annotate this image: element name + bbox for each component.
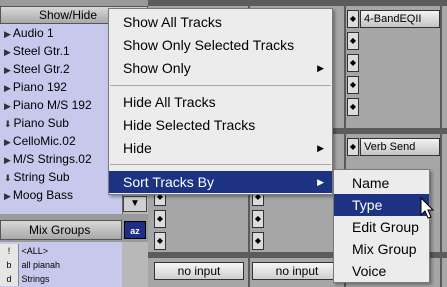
down-arrow-icon: ⬇: [4, 119, 12, 129]
send-slot-icon[interactable]: ◆: [154, 232, 166, 250]
input-selector-button[interactable]: no input: [154, 262, 244, 280]
track-name: Piano 192: [12, 80, 67, 94]
track-name: CelloMic.02: [12, 134, 76, 148]
track-name: String Sub: [13, 170, 70, 184]
group-name: all pianah: [21, 260, 61, 270]
menu-item-label: Show All Tracks: [123, 14, 222, 30]
track-name: M/S Strings.02: [12, 152, 92, 166]
track-name: Piano Sub: [13, 116, 69, 130]
group-key: d: [0, 272, 19, 286]
menu-item-hide-selected-tracks[interactable]: Hide Selected Tracks: [109, 114, 332, 136]
group-key: b: [0, 258, 19, 272]
menu-item-label: Type: [352, 197, 383, 213]
triangle-icon: ▶: [4, 191, 11, 201]
submenu-arrow-icon: ▶: [317, 143, 324, 153]
triangle-icon: ▶: [4, 155, 11, 165]
list-item[interactable]: ! <ALL>: [0, 244, 122, 258]
track-item[interactable]: ⬇ String Sub: [4, 169, 70, 185]
track-name: Audio 1: [12, 26, 54, 40]
menu-item-sort-tracks-by[interactable]: Sort Tracks By ▶: [109, 171, 332, 193]
menu-item-hide[interactable]: Hide ▶: [109, 137, 332, 159]
strip-divider: [440, 0, 442, 287]
menu-item-label: Mix Group: [352, 241, 417, 257]
send-selector-arrow-icon[interactable]: ◆: [347, 138, 359, 156]
send-slot-icon[interactable]: ◆: [154, 210, 166, 228]
group-name: <ALL>: [21, 246, 49, 256]
sort-tracks-submenu: Name Type Edit Group Mix Group Voice: [333, 169, 430, 283]
menu-separator: [110, 85, 331, 86]
input-selector-button[interactable]: no input: [252, 262, 342, 280]
insert-slot-icon[interactable]: ◆: [347, 98, 359, 116]
send-slot-icon[interactable]: ◆: [252, 232, 264, 250]
track-item[interactable]: ▶ Piano 192: [4, 79, 67, 95]
menu-item-label: Hide Selected Tracks: [123, 117, 256, 133]
submenu-item-voice[interactable]: Voice: [334, 260, 429, 282]
track-item[interactable]: ▶ Steel Gtr.1: [4, 43, 70, 59]
insert-plugin-button[interactable]: 4-BandEQII: [360, 10, 440, 28]
menu-item-label: Name: [352, 175, 390, 191]
list-item[interactable]: b all pianah: [0, 258, 122, 272]
menu-item-label: Show Only Selected Tracks: [123, 37, 295, 53]
triangle-icon: ▶: [4, 101, 11, 111]
send-slot-icon[interactable]: ◆: [252, 210, 264, 228]
submenu-arrow-icon: ▶: [317, 63, 324, 73]
top-divider: [148, 0, 447, 6]
scroll-down-arrow-icon[interactable]: ▼: [123, 196, 147, 212]
triangle-icon: ▶: [4, 65, 11, 75]
track-item[interactable]: ▶ Audio 1: [4, 25, 54, 41]
mix-groups-header[interactable]: Mix Groups: [0, 220, 122, 240]
track-item[interactable]: ▶ CelloMic.02: [4, 133, 76, 149]
menu-separator: [110, 164, 331, 165]
track-name: Moog Bass: [12, 188, 73, 202]
mouse-pointer-icon: [420, 197, 435, 219]
track-item[interactable]: ▶ Moog Bass: [4, 187, 73, 203]
mix-groups-list: ! <ALL> b all pianah d Strings: [0, 242, 122, 287]
menu-item-label: Voice: [352, 263, 387, 279]
track-item[interactable]: ▶ M/S Strings.02: [4, 151, 92, 167]
menu-item-show-only-selected-tracks[interactable]: Show Only Selected Tracks: [109, 34, 332, 56]
triangle-icon: ▶: [4, 47, 11, 57]
mix-groups-scrollbar[interactable]: [122, 242, 148, 287]
pro-tools-mix-window: Show/Hide ▶ Audio 1 ▶ Steel Gtr.1 ▶ Steel G…: [0, 0, 447, 287]
menu-item-label: Show Only: [123, 60, 191, 76]
list-item[interactable]: d Strings: [0, 272, 122, 286]
menu-item-label: Hide: [123, 140, 152, 156]
submenu-arrow-icon: ▶: [317, 177, 324, 187]
submenu-item-name[interactable]: Name: [334, 172, 429, 194]
group-key: !: [0, 244, 19, 258]
track-item[interactable]: ▶ Piano M/S 192: [4, 97, 92, 113]
group-name: Strings: [21, 274, 50, 284]
track-item[interactable]: ▶ Steel Gtr.2: [4, 61, 70, 77]
track-name: Piano M/S 192: [12, 98, 92, 112]
show-hide-menu: Show All Tracks Show Only Selected Track…: [108, 8, 333, 195]
sort-az-button[interactable]: az: [124, 221, 146, 239]
down-arrow-icon: ⬇: [4, 173, 12, 183]
menu-item-show-only[interactable]: Show Only ▶: [109, 57, 332, 79]
track-list: ▶ Audio 1 ▶ Steel Gtr.1 ▶ Steel Gtr.2 ▶ Pian…: [0, 24, 122, 214]
menu-item-label: Hide All Tracks: [123, 94, 216, 110]
insert-selector-arrow-icon[interactable]: ◆: [347, 10, 359, 28]
triangle-icon: ▶: [4, 83, 11, 93]
track-name: Steel Gtr.2: [12, 62, 70, 76]
submenu-item-mix-group[interactable]: Mix Group: [334, 238, 429, 260]
submenu-item-type[interactable]: Type: [334, 194, 429, 216]
triangle-icon: ▶: [4, 29, 11, 39]
submenu-item-edit-group[interactable]: Edit Group: [334, 216, 429, 238]
menu-item-label: Sort Tracks By: [123, 174, 215, 190]
insert-slot-icon[interactable]: ◆: [347, 76, 359, 94]
menu-item-label: Edit Group: [352, 219, 419, 235]
insert-slot-icon[interactable]: ◆: [347, 32, 359, 50]
send-button[interactable]: Verb Send: [360, 138, 440, 156]
triangle-icon: ▶: [4, 137, 11, 147]
track-item[interactable]: ⬇ Piano Sub: [4, 115, 69, 131]
menu-item-show-all-tracks[interactable]: Show All Tracks: [109, 11, 332, 33]
track-name: Steel Gtr.1: [12, 44, 70, 58]
menu-item-hide-all-tracks[interactable]: Hide All Tracks: [109, 91, 332, 113]
insert-slot-icon[interactable]: ◆: [347, 54, 359, 72]
